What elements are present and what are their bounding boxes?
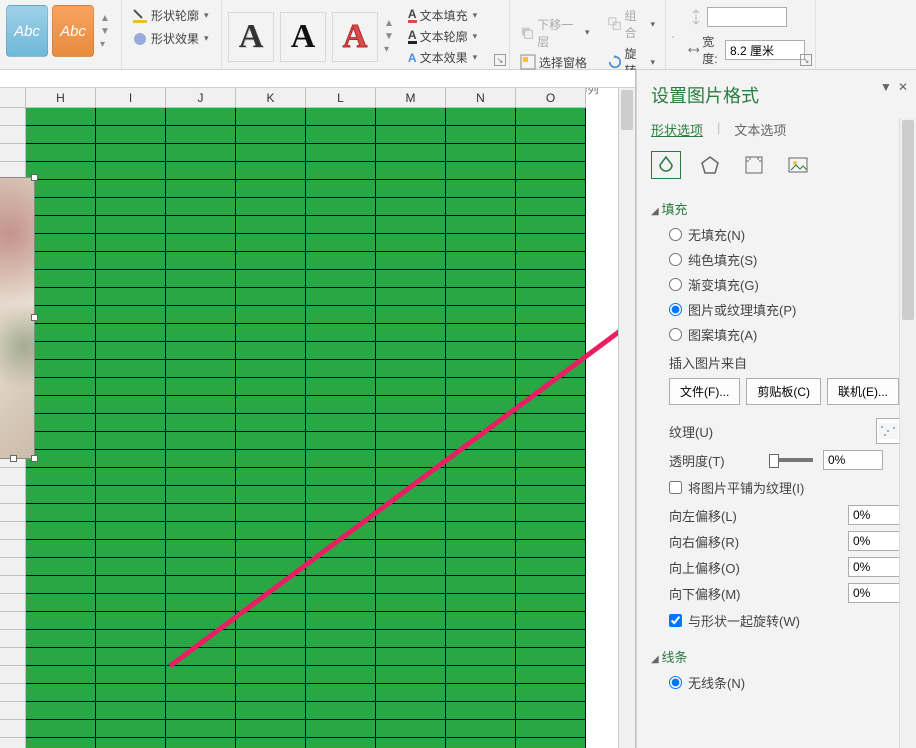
category-icons [651,151,908,179]
category-size-props-icon[interactable] [739,151,769,179]
shape-styles-partial: Abc Abc ▲ ▼ ▾ [0,0,122,69]
size-group: 宽度: 大小 ↘ [666,0,816,69]
category-effects-icon[interactable] [695,151,725,179]
fill-gradient-radio[interactable]: 渐变填充(G) [651,272,908,297]
selected-picture-object[interactable] [0,178,34,458]
tab-shape-options[interactable]: 形状选项 [651,120,703,139]
rotate-icon [608,54,622,70]
texture-label: 纹理(U) [669,422,759,441]
send-backward[interactable]: 下移一层▾ [516,14,594,52]
shape-style-preset-orange[interactable]: Abc [52,5,94,57]
line-none-radio[interactable]: 无线条(N) [651,670,908,695]
width-input[interactable] [725,40,805,60]
text-effects-menu[interactable]: A 文本效果▾ [404,47,481,68]
pane-close-icon[interactable]: ✕ [898,80,908,94]
wordart-preset-2[interactable]: A [280,12,326,62]
column-header[interactable]: L [306,88,376,107]
width-icon [688,42,700,58]
selection-pane-icon [520,54,536,70]
column-header[interactable]: N [446,88,516,107]
fill-picture-radio[interactable]: 图片或纹理填充(P) [651,297,908,322]
shape-outline-menu[interactable]: 形状轮廓▾ [128,5,215,26]
column-header[interactable] [0,88,26,107]
width-label: 宽度: [702,33,722,67]
group-icon [608,16,622,32]
size-dialog-launcher[interactable]: ↘ [800,54,812,66]
arrange-group: 下移一层▾ 选择窗格 组合▾ 旋转▾ [510,0,666,69]
cell-grid[interactable] [0,108,618,748]
column-headers[interactable]: HIJKLMNO [0,88,586,108]
width-field-row: 宽度: [684,31,809,69]
insert-from-clipboard-button[interactable]: 剪贴板(C) [746,378,821,405]
height-input [707,7,787,27]
send-back-icon [520,25,534,41]
crop-icon[interactable] [672,27,674,47]
column-header[interactable]: I [96,88,166,107]
height-icon [688,9,704,25]
effects-icon [132,31,148,47]
column-header[interactable]: J [166,88,236,107]
shape-effects-menu[interactable]: 形状效果▾ [128,28,215,49]
tab-text-options[interactable]: 文本选项 [734,120,786,139]
offset-bottom-label: 向下偏移(M) [669,584,759,603]
offset-right-label: 向右偏移(R) [669,532,759,551]
column-header[interactable]: O [516,88,586,107]
line-section: 线条 无线条(N) [651,643,908,695]
pane-vertical-scrollbar[interactable] [899,118,916,748]
format-picture-pane: ▼ ✕ 设置图片格式 形状选项 | 文本选项 填充 无填充(N) [636,70,916,748]
group-button[interactable]: 组合▾ [604,5,660,43]
line-section-header[interactable]: 线条 [651,643,908,670]
tile-checkbox[interactable]: 将图片平铺为纹理(I) [651,473,908,502]
insert-picture-from-label: 插入图片来自 [651,347,908,378]
text-fill-menu[interactable]: A 文本填充▾ [404,5,481,26]
pane-options-icon[interactable]: ▼ [880,80,892,94]
wordart-styles-group: A A A ▲ ▼ ▾ A 文本填充▾ A 文本轮廓▾ [222,0,510,69]
pane-controls: ▼ ✕ [880,80,908,94]
wordart-preset-1[interactable]: A [228,12,274,62]
column-header[interactable]: H [26,88,96,107]
column-header[interactable]: K [236,88,306,107]
transparency-slider[interactable] [769,458,813,462]
offset-left-label: 向左偏移(L) [669,506,759,525]
fill-solid-radio[interactable]: 纯色填充(S) [651,247,908,272]
height-field-row [684,5,809,29]
sheet-vertical-scrollbar[interactable] [618,88,635,748]
transparency-label: 透明度(T) [669,451,759,470]
shape-outline-effects: 形状轮廓▾ 形状效果▾ [122,0,222,69]
shape-style-preset-blue[interactable]: Abc [6,5,48,57]
wordart-dialog-launcher[interactable]: ↘ [494,54,506,66]
offset-top-label: 向上偏移(O) [669,558,759,577]
text-outline-menu[interactable]: A 文本轮廓▾ [404,26,481,47]
sheet-area[interactable]: HIJKLMNO [0,70,636,748]
transparency-input[interactable] [823,450,883,470]
ribbon: Abc Abc ▲ ▼ ▾ 形状轮廓▾ 形状效果▾ [0,0,916,70]
column-header[interactable]: M [376,88,446,107]
fill-section: 填充 无填充(N) 纯色填充(S) 渐变填充(G) 图片或纹理填充(P) 图案填… [651,195,908,635]
fill-none-radio[interactable]: 无填充(N) [651,222,908,247]
rotate-with-shape-checkbox[interactable]: 与形状一起旋转(W) [651,606,908,635]
category-picture-icon[interactable] [783,151,813,179]
insert-from-online-button[interactable]: 联机(E)... [827,378,899,405]
insert-from-file-button[interactable]: 文件(F)... [669,378,740,405]
fill-pattern-radio[interactable]: 图案填充(A) [651,322,908,347]
category-fill-line-icon[interactable] [651,151,681,179]
workspace: HIJKLMNO ▼ ✕ 设置图片格式 形状选项 | 文本选项 [0,70,916,748]
wordart-preset-3[interactable]: A [332,12,378,62]
pane-title: 设置图片格式 [651,82,908,108]
fill-section-header[interactable]: 填充 [651,195,908,222]
pencil-outline-icon [132,8,148,24]
pane-tabs: 形状选项 | 文本选项 [651,120,908,139]
